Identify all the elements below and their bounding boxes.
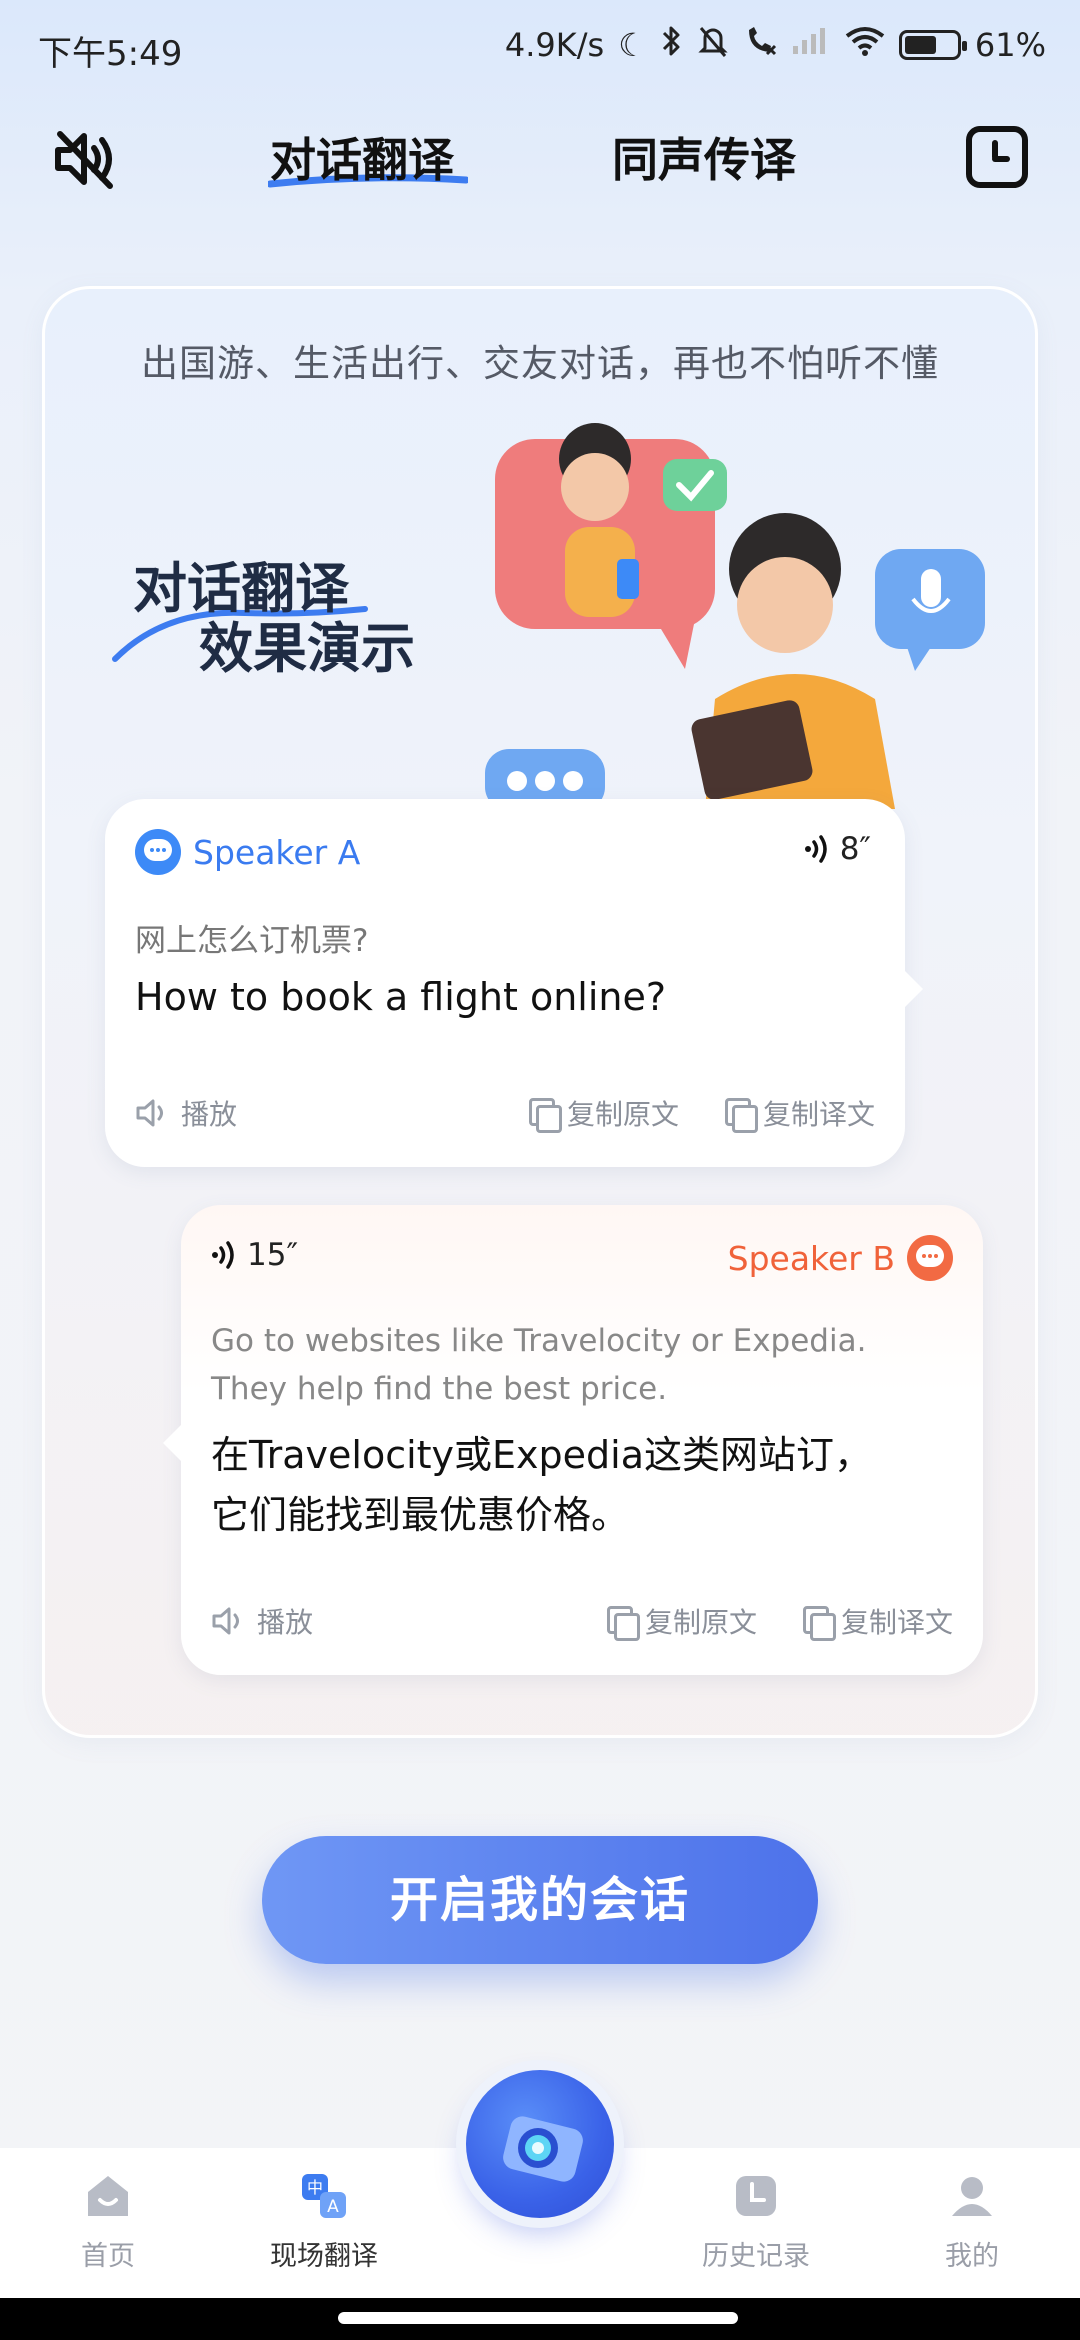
copy-icon — [606, 1606, 640, 1641]
system-home-bar — [0, 2298, 1080, 2340]
copy-source-label: 复制原文 — [566, 1098, 679, 1131]
copy-source-button[interactable]: 复制原文 — [606, 1601, 757, 1641]
svg-text:中: 中 — [307, 2178, 323, 2197]
speaker-a-duration-text: 8″ — [839, 831, 871, 867]
copy-source-button[interactable]: 复制原文 — [528, 1093, 679, 1133]
bluetooth-icon — [661, 24, 683, 65]
battery-fill — [904, 35, 936, 54]
nav-history-label: 历史记录 — [702, 2241, 810, 2272]
signal-icon — [791, 26, 831, 63]
speaker-a-header: Speaker A — [135, 829, 360, 875]
home-icon — [88, 2176, 128, 2216]
tagline: 出国游、生活出行、交友对话，再也不怕听不懂 — [141, 342, 939, 385]
play-button[interactable]: 播放 — [135, 1093, 237, 1133]
speaker-b-source-text: Go to websites like Travelocity or Exped… — [211, 1323, 867, 1407]
translate-icon: 中A — [302, 2174, 346, 2218]
sound-wave-icon — [212, 1241, 234, 1269]
demo-title: 对话翻译 效果演示 — [133, 559, 415, 679]
speaker-b-chat-icon — [907, 1235, 953, 1281]
battery-icon — [898, 29, 967, 60]
speaker-a-card: Speaker A 8″ 网上怎么订机票? How to book a flig… — [105, 799, 923, 1167]
speaker-a-translation-text: How to book a flight online? — [135, 975, 667, 1019]
nav-profile-label: 我的 — [945, 2241, 999, 2272]
speaker-b-duration[interactable]: 15″ — [211, 1237, 298, 1273]
copy-icon — [802, 1606, 836, 1641]
speaker-b-card: 15″ Speaker B Go to websites like Travel… — [163, 1205, 983, 1675]
speaker-a-source-text: 网上怎么订机票? — [135, 923, 369, 959]
copy-translation-button[interactable]: 复制译文 — [802, 1601, 953, 1641]
speaker-b-name: Speaker B — [727, 1238, 895, 1278]
speaker-mute-button[interactable] — [50, 124, 120, 194]
battery-percent: 61% — [974, 25, 1046, 64]
demo-title-line1: 对话翻译 — [133, 557, 349, 620]
moon-icon: ☾ — [618, 25, 647, 64]
status-bar: 下午5:49 4.9K/s ☾ 61% — [0, 0, 1080, 96]
start-conversation-button[interactable]: 开启我的会话 — [262, 1836, 818, 1964]
nav-home[interactable]: 首页 — [28, 2170, 188, 2273]
call-icon — [743, 24, 777, 65]
history-clock-button[interactable] — [966, 126, 1028, 188]
speaker-icon — [136, 1099, 163, 1127]
speaker-a-name: Speaker A — [193, 832, 361, 872]
speaker-a-actions: 播放 复制原文 复制译文 — [135, 1093, 875, 1133]
tab-simultaneous-interpretation[interactable]: 同声传译 — [612, 124, 796, 190]
copy-translation-button[interactable]: 复制译文 — [724, 1093, 875, 1133]
net-speed: 4.9K/s — [504, 25, 605, 64]
header: 对话翻译 同声传译 — [0, 110, 1080, 210]
home-indicator[interactable] — [338, 2312, 738, 2324]
play-button[interactable]: 播放 — [211, 1601, 313, 1641]
speaker-b-header: Speaker B — [728, 1235, 953, 1281]
nav-live-translation-label: 现场翻译 — [270, 2241, 378, 2272]
speaker-b-translation-line1: 在Travelocity或Expedia这类网站订， — [211, 1433, 873, 1477]
demo-title-line2: 效果演示 — [199, 617, 415, 680]
nav-live-translation[interactable]: 中A 现场翻译 — [244, 2170, 404, 2273]
status-time: 下午5:49 — [38, 34, 183, 74]
wifi-icon — [845, 26, 885, 63]
status-icons: 4.9K/s ☾ 61% — [505, 24, 1046, 65]
camera-icon — [503, 2116, 583, 2182]
copy-source-label: 复制原文 — [644, 1606, 757, 1639]
nav-history[interactable]: 历史记录 — [676, 2170, 836, 2273]
nav-profile[interactable]: 我的 — [892, 2170, 1052, 2273]
play-label: 播放 — [257, 1606, 314, 1639]
speaker-b-translation-text: 在Travelocity或Expedia这类网站订， 它们能找到最优惠价格。 — [211, 1425, 951, 1545]
sound-wave-icon — [804, 835, 827, 863]
tab-dialog-translation[interactable]: 对话翻译 — [270, 124, 454, 190]
history-icon — [736, 2176, 776, 2216]
copy-translation-label: 复制译文 — [840, 1606, 953, 1639]
copy-icon — [528, 1098, 562, 1133]
svg-text:A: A — [327, 2197, 339, 2217]
copy-translation-label: 复制译文 — [762, 1098, 875, 1131]
profile-icon — [952, 2177, 992, 2216]
bell-muted-icon — [697, 24, 729, 65]
speaker-icon — [212, 1607, 239, 1635]
demo-card: 出国游、生活出行、交友对话，再也不怕听不懂 对话翻译 效果演示 Speaker … — [42, 286, 1038, 1738]
play-label: 播放 — [181, 1098, 238, 1131]
speaker-b-actions: 播放 复制原文 复制译文 — [211, 1601, 953, 1641]
nav-home-label: 首页 — [81, 2241, 135, 2272]
speaker-b-duration-text: 15″ — [247, 1237, 299, 1273]
speaker-a-duration[interactable]: 8″ — [804, 831, 871, 867]
speaker-mute-icon — [55, 131, 113, 189]
camera-translate-button[interactable] — [466, 2070, 614, 2218]
speaker-a-chat-icon — [135, 829, 181, 875]
speaker-b-translation-line2: 它们能找到最优惠价格。 — [211, 1493, 630, 1537]
copy-icon — [724, 1098, 758, 1133]
